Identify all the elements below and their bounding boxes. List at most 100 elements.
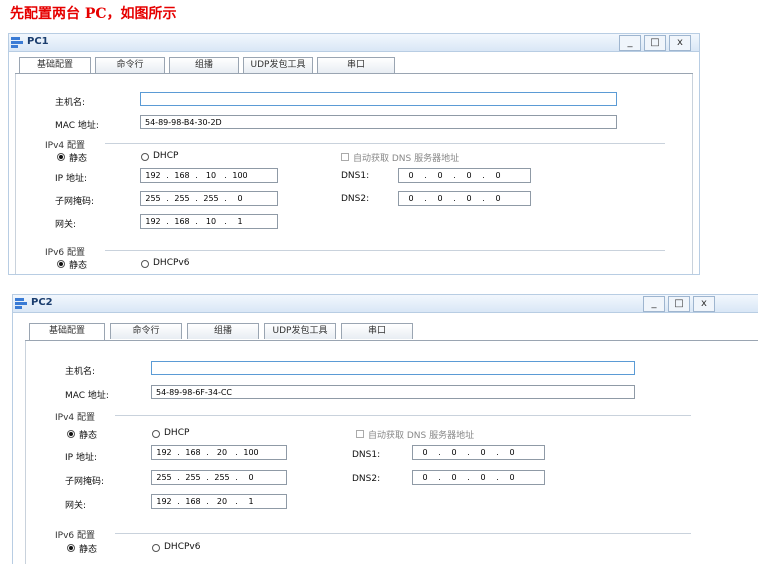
ipv4-section-line: [105, 143, 665, 144]
pc2-mask-input[interactable]: 255. 255. 255. 0: [151, 470, 287, 485]
pc2-mac-field: 54-89-98-6F-34-CC: [151, 385, 635, 399]
mac-label: MAC 地址:: [65, 391, 109, 401]
auto-dns-checkbox[interactable]: [341, 153, 349, 161]
tab-serial[interactable]: 串口: [341, 323, 413, 339]
minimize-button[interactable]: _: [619, 35, 641, 51]
pc1-ip-input[interactable]: 192. 168. 10. 100: [140, 168, 278, 183]
dns1-label: DNS1:: [341, 171, 370, 181]
ip-octet: 0: [237, 194, 243, 203]
pc1-window: PC1 _ □ x 基础配置 命令行 组播 UDP发包工具 串口 主机名: MA…: [8, 33, 700, 275]
dhcpv6-radio[interactable]: [152, 544, 160, 552]
pc2-dns1-input[interactable]: 0.0.0.0: [412, 445, 545, 460]
ip-octet: 255: [174, 194, 190, 203]
maximize-button[interactable]: □: [668, 296, 690, 312]
ip-octet: 100: [243, 448, 259, 457]
ip-octet: 255: [214, 473, 230, 482]
static-radio[interactable]: [57, 153, 65, 161]
ip-octet: 0: [495, 171, 501, 180]
pc2-dns2-input[interactable]: 0.0.0.0: [412, 470, 545, 485]
dns1-label: DNS1:: [352, 450, 381, 460]
pc1-dns2-input[interactable]: 0.0.0.0: [398, 191, 531, 206]
static6-label: 静态: [79, 545, 98, 555]
auto-dns-label: 自动获取 DNS 服务器地址: [353, 154, 460, 164]
tab-command-line[interactable]: 命令行: [95, 57, 165, 73]
ip-octet: 192: [156, 497, 172, 506]
ip-octet: 255: [185, 473, 201, 482]
gateway-label: 网关:: [55, 220, 77, 230]
pc1-title: PC1: [27, 36, 49, 47]
ip-octet: 0: [437, 171, 443, 180]
tab-multicast[interactable]: 组播: [187, 323, 259, 339]
dhcpv6-label: DHCPv6: [164, 542, 201, 552]
ipv6-section-label: IPv6 配置: [45, 248, 85, 258]
tab-udp-tool[interactable]: UDP发包工具: [264, 323, 336, 339]
ip-octet: 1: [237, 217, 243, 226]
ip-octet: 168: [174, 217, 190, 226]
ip-octet: 0: [422, 473, 428, 482]
ip-octet: 192: [156, 448, 172, 457]
tab-basic-config[interactable]: 基础配置: [29, 323, 105, 340]
pc2-hostname-input[interactable]: [151, 361, 635, 375]
ip-octet: 255: [156, 473, 172, 482]
static-label: 静态: [69, 154, 88, 164]
ip-octet: 20: [216, 497, 228, 506]
ip-octet: 0: [451, 448, 457, 457]
tab-multicast[interactable]: 组播: [169, 57, 239, 73]
ip-octet: 0: [480, 473, 486, 482]
dhcp-radio[interactable]: [141, 153, 149, 161]
page-heading: 先配置两台 PC，如图所示: [10, 6, 177, 22]
static-label: 静态: [79, 431, 98, 441]
mask-label: 子网掩码:: [55, 197, 95, 207]
gateway-label: 网关:: [65, 501, 87, 511]
close-button[interactable]: x: [669, 35, 691, 51]
pc1-titlebar[interactable]: PC1 _ □ x: [9, 34, 699, 52]
ip-octet: 0: [408, 194, 414, 203]
tab-command-line[interactable]: 命令行: [110, 323, 182, 339]
static-radio[interactable]: [67, 430, 75, 438]
dhcpv6-radio[interactable]: [141, 260, 149, 268]
ip-octet: 0: [466, 171, 472, 180]
ip-octet: 100: [232, 171, 248, 180]
dhcp-radio[interactable]: [152, 430, 160, 438]
dhcp-label: DHCP: [164, 428, 190, 438]
tab-basic-config[interactable]: 基础配置: [19, 57, 91, 74]
auto-dns-checkbox[interactable]: [356, 430, 364, 438]
static6-label: 静态: [69, 261, 88, 271]
pc1-dns1-input[interactable]: 0.0.0.0: [398, 168, 531, 183]
ip-octet: 0: [437, 194, 443, 203]
pc1-mac-field: 54-89-98-B4-30-2D: [140, 115, 617, 129]
static6-radio[interactable]: [67, 544, 75, 552]
ip-octet: 0: [495, 194, 501, 203]
pc2-titlebar[interactable]: PC2 _ □ x: [13, 295, 758, 313]
dns2-label: DNS2:: [341, 194, 370, 204]
ip-octet: 0: [422, 448, 428, 457]
pc2-ip-input[interactable]: 192. 168. 20. 100: [151, 445, 287, 460]
ip-octet: 0: [509, 448, 515, 457]
ip-octet: 168: [174, 171, 190, 180]
close-button[interactable]: x: [693, 296, 715, 312]
ipv6-section-label: IPv6 配置: [55, 531, 95, 541]
tab-udp-tool[interactable]: UDP发包工具: [243, 57, 313, 73]
ip-octet: 0: [408, 171, 414, 180]
pc1-mask-input[interactable]: 255. 255. 255. 0: [140, 191, 278, 206]
auto-dns-label: 自动获取 DNS 服务器地址: [368, 431, 475, 441]
tab-serial[interactable]: 串口: [317, 57, 395, 73]
pc1-hostname-input[interactable]: [140, 92, 617, 106]
static6-radio[interactable]: [57, 260, 65, 268]
pc1-gateway-input[interactable]: 192. 168. 10. 1: [140, 214, 278, 229]
ip-octet: 255: [203, 194, 219, 203]
dhcpv6-label: DHCPv6: [153, 258, 190, 268]
pc2-title: PC2: [31, 297, 53, 308]
ip-label: IP 地址:: [55, 174, 87, 184]
minimize-button[interactable]: _: [643, 296, 665, 312]
ip-octet: 192: [145, 171, 161, 180]
dhcp-label: DHCP: [153, 151, 179, 161]
maximize-button[interactable]: □: [644, 35, 666, 51]
ipv4-section-label: IPv4 配置: [55, 413, 95, 423]
hostname-label: 主机名:: [65, 367, 96, 377]
ip-octet: 0: [509, 473, 515, 482]
pc2-gateway-input[interactable]: 192. 168. 20. 1: [151, 494, 287, 509]
dns2-label: DNS2:: [352, 474, 381, 484]
ip-octet: 1: [248, 497, 254, 506]
ipv4-section-line: [115, 415, 691, 416]
